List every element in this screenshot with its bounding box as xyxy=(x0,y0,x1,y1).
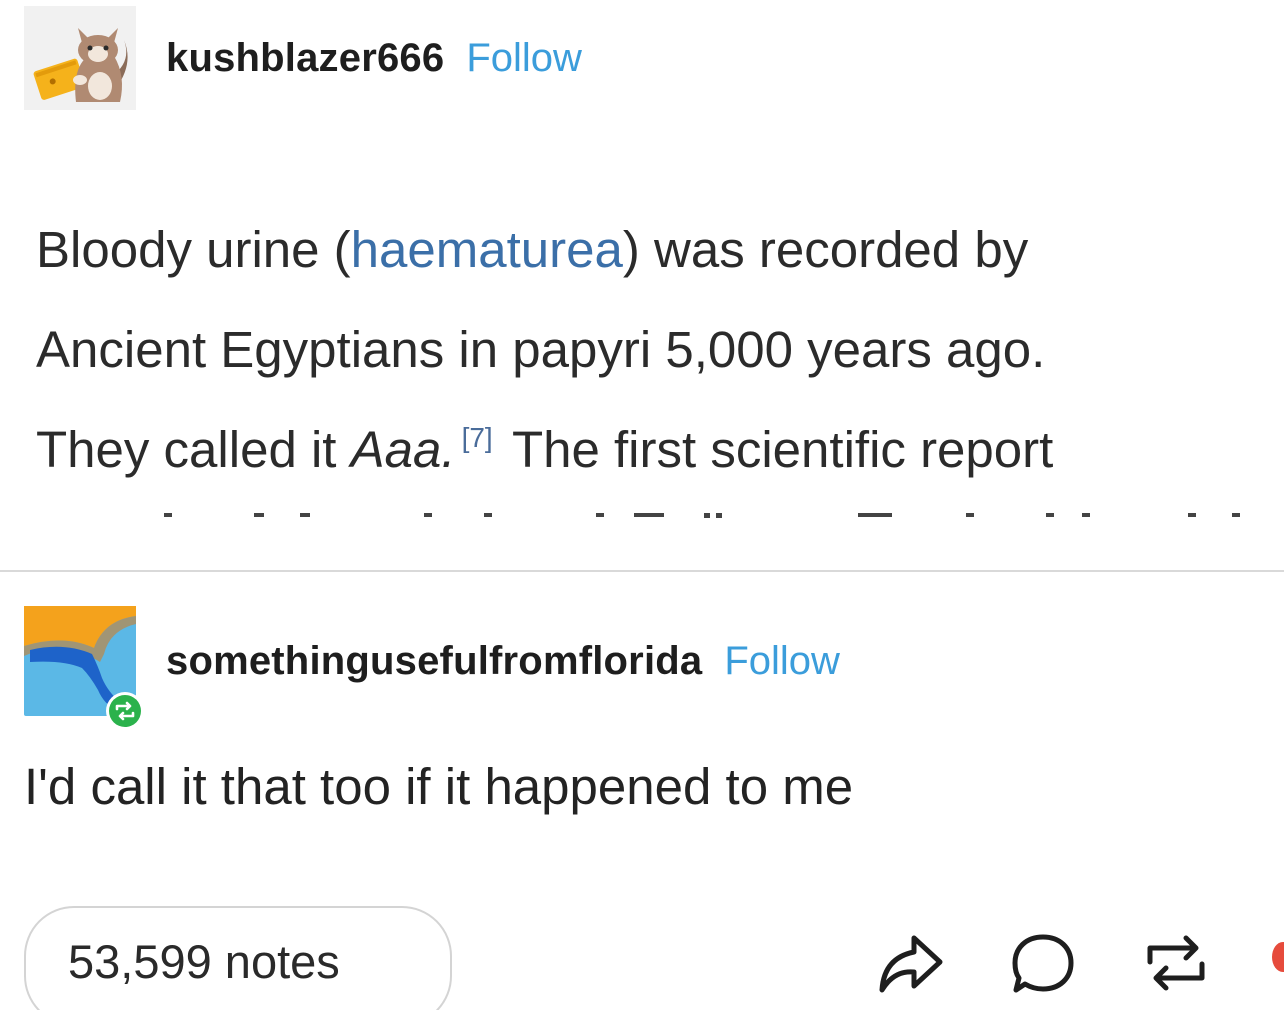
post-username[interactable]: kushblazer666 xyxy=(166,36,444,81)
citation-link[interactable]: [7] xyxy=(462,422,493,453)
reblog-icon[interactable] xyxy=(1140,928,1212,998)
reply-text: I'd call it that too if it happened to m… xyxy=(24,758,854,815)
haematurea-link[interactable]: haematurea xyxy=(351,221,623,278)
excerpt-text: Bloody urine ( xyxy=(36,221,351,278)
tumblr-post-screenshot: kushblazer666 Follow Bloody urine (haema… xyxy=(0,0,1284,1010)
cat-with-laptop-avatar[interactable] xyxy=(24,6,136,110)
like-heart-icon[interactable] xyxy=(1272,942,1284,972)
post-header: kushblazer666 Follow xyxy=(24,6,582,110)
post-excerpt: Bloody urine (haematurea) was recorded b… xyxy=(36,200,1276,500)
share-icon[interactable] xyxy=(876,928,946,998)
excerpt-line-2: Ancient Egyptians in papyri 5,000 years … xyxy=(36,321,1046,378)
truncated-text-line xyxy=(36,508,1246,520)
notes-count-button[interactable]: 53,599 notes xyxy=(24,906,452,1010)
reply-icon[interactable] xyxy=(1008,928,1078,998)
reblog-badge-icon xyxy=(106,692,144,730)
excerpt-italic-term: Aaa. xyxy=(350,421,456,478)
follow-button[interactable]: Follow xyxy=(724,639,840,684)
follow-button[interactable]: Follow xyxy=(466,36,582,81)
florida-map-avatar[interactable] xyxy=(24,606,144,730)
reply-username[interactable]: somethingusefulfromflorida xyxy=(166,639,702,684)
divider xyxy=(0,570,1284,572)
excerpt-line-3: They called it Aaa. [7] The first scienti… xyxy=(36,400,1276,500)
excerpt-text: ) was recorded by xyxy=(622,221,1029,278)
notes-count-label: 53,599 notes xyxy=(68,935,340,988)
reply-header: somethingusefulfromflorida Follow xyxy=(24,605,840,730)
excerpt-text: The first scientific report xyxy=(498,421,1054,478)
excerpt-line-1: Bloody urine (haematurea) was recorded b… xyxy=(36,200,1276,300)
excerpt-text: They called it xyxy=(36,421,351,478)
